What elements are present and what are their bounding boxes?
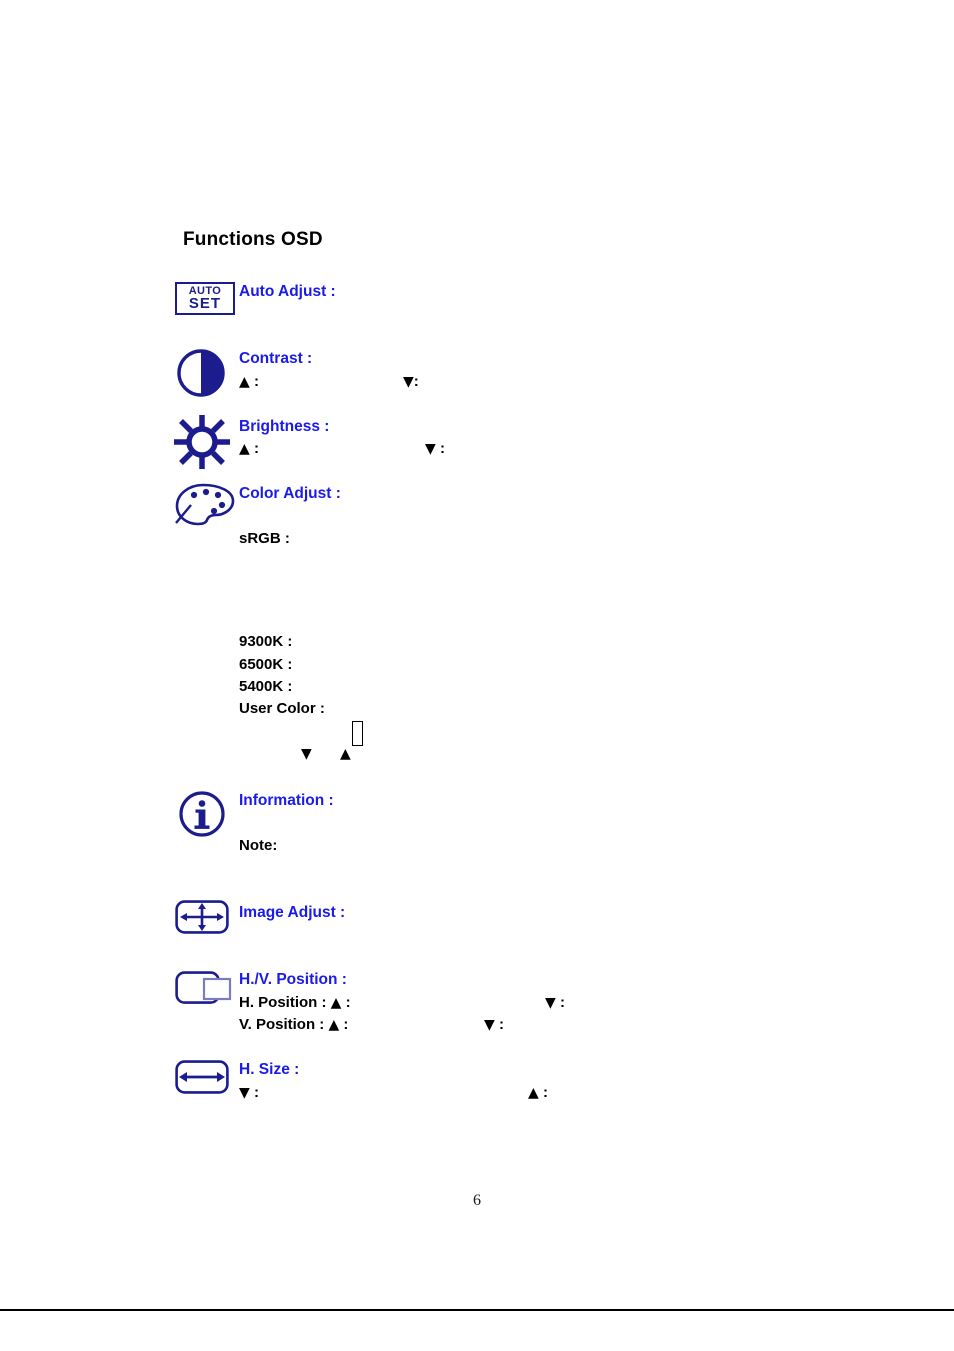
hv-position-label: H./V. Position : xyxy=(239,971,347,988)
triangle-down-icon: ▼ xyxy=(425,441,436,457)
preset-9300k-label: 9300K : xyxy=(239,633,293,650)
h-position-label: H. Position : xyxy=(239,994,327,1011)
color-adjust-label: Color Adjust : xyxy=(239,485,341,502)
v-position-decrease-colon: : xyxy=(498,1016,504,1033)
contrast-label: Contrast : xyxy=(239,350,313,367)
brightness-increase-marker: ▲ : xyxy=(239,440,259,457)
auto-set-icon-line2: SET xyxy=(188,295,222,312)
hv-position-icon xyxy=(175,971,233,1012)
h-position-increase-colon: : xyxy=(345,994,351,1011)
note-label: Note: xyxy=(239,837,278,854)
contrast-icon xyxy=(176,349,226,402)
triangle-down-icon: ▼ xyxy=(545,995,556,1011)
user-color-missing-glyph xyxy=(352,721,363,746)
triangle-up-icon: ▲ xyxy=(330,995,342,1011)
h-position-decrease-colon: : xyxy=(559,994,565,1011)
auto-adjust-label: Auto Adjust : xyxy=(239,283,336,300)
auto-set-icon: AUTO SET xyxy=(175,282,235,315)
contrast-increase-colon: : xyxy=(253,373,259,390)
v-position-increase-colon: : xyxy=(343,1016,349,1033)
h-size-increase-marker: ▲ : xyxy=(528,1084,548,1101)
image-adjust-icon xyxy=(175,900,229,939)
brightness-decrease-colon: : xyxy=(439,440,445,457)
information-label: Information : xyxy=(239,792,334,809)
preset-5400k-label: 5400K : xyxy=(239,678,293,695)
user-color-decrease-marker: ▼ xyxy=(301,745,312,762)
footer-divider xyxy=(0,1309,954,1311)
brightness-label: Brightness : xyxy=(239,418,330,435)
information-icon xyxy=(178,790,226,843)
triangle-up-icon: ▲ xyxy=(528,1085,539,1101)
document-page: Functions OSD AUTO SET Auto Adjust : Con… xyxy=(0,0,954,1351)
h-size-decrease-marker: ▼ : xyxy=(239,1084,259,1101)
h-size-decrease-colon: : xyxy=(253,1084,259,1101)
triangle-down-icon: ▼ xyxy=(301,746,312,762)
brightness-decrease-marker: ▼ : xyxy=(425,440,445,457)
triangle-down-icon: ▼ xyxy=(239,1085,250,1101)
v-position-decrease-marker: ▼ : xyxy=(484,1016,504,1033)
triangle-down-icon: ▼ xyxy=(484,1017,495,1033)
h-size-increase-colon: : xyxy=(542,1084,548,1101)
brightness-icon xyxy=(172,414,232,475)
brightness-increase-colon: : xyxy=(253,440,259,457)
h-position-row: H. Position : ▲ : xyxy=(239,994,351,1011)
page-number: 6 xyxy=(473,1192,481,1209)
contrast-increase-marker: ▲ : xyxy=(239,373,259,390)
srgb-label: sRGB : xyxy=(239,530,290,547)
preset-6500k-label: 6500K : xyxy=(239,656,293,673)
page-title: Functions OSD xyxy=(183,229,323,250)
contrast-decrease-marker: ▼: xyxy=(403,373,419,390)
triangle-up-icon: ▲ xyxy=(239,441,250,457)
image-adjust-label: Image Adjust : xyxy=(239,904,346,921)
color-palette-icon xyxy=(173,482,237,531)
triangle-down-icon: ▼ xyxy=(403,374,414,390)
h-size-label: H. Size : xyxy=(239,1061,300,1078)
user-color-increase-marker: ▲ xyxy=(340,745,351,762)
v-position-label: V. Position : xyxy=(239,1016,325,1033)
triangle-up-icon: ▲ xyxy=(239,374,250,390)
h-size-icon xyxy=(175,1060,229,1099)
preset-user-color-label: User Color : xyxy=(239,700,325,717)
v-position-row: V. Position : ▲ : xyxy=(239,1016,348,1033)
h-position-decrease-marker: ▼ : xyxy=(545,994,565,1011)
contrast-decrease-colon: : xyxy=(413,373,419,390)
triangle-up-icon: ▲ xyxy=(340,746,351,762)
triangle-up-icon: ▲ xyxy=(328,1017,340,1033)
